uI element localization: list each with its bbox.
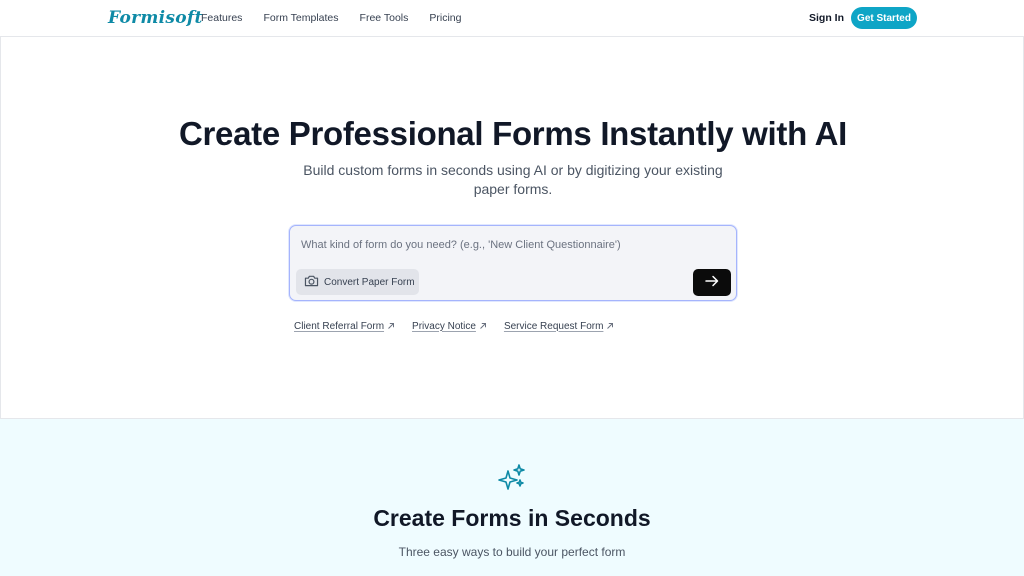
template-suggestions: Client Referral Form Privacy Notice Serv… xyxy=(294,317,614,335)
suggestion-privacy-notice[interactable]: Privacy Notice xyxy=(412,317,487,335)
brand-logo[interactable]: Formisoft xyxy=(108,8,203,28)
features-title: Create Forms in Seconds xyxy=(373,505,651,531)
external-arrow-icon xyxy=(606,317,614,335)
suggestion-service-request-form[interactable]: Service Request Form xyxy=(504,317,614,335)
suggestion-label: Privacy Notice xyxy=(412,320,476,332)
nav-link-free-tools[interactable]: Free Tools xyxy=(360,12,409,24)
suggestion-label: Client Referral Form xyxy=(294,320,385,332)
convert-paper-form-label: Convert Paper Form xyxy=(324,276,415,288)
sparkles-icon xyxy=(497,463,527,498)
suggestion-label: Service Request Form xyxy=(503,320,604,332)
main-nav: Features Form Templates Free Tools Prici… xyxy=(201,12,461,24)
hero-title: Create Professional Forms Instantly with… xyxy=(178,115,848,152)
get-started-button[interactable]: Get Started xyxy=(851,7,917,29)
external-arrow-icon xyxy=(479,317,487,335)
sign-in-link[interactable]: Sign In xyxy=(809,12,844,24)
external-arrow-icon xyxy=(387,317,395,335)
top-navbar: Formisoft Features Form Templates Free T… xyxy=(0,0,1024,37)
form-prompt-input[interactable] xyxy=(301,236,721,254)
suggestion-client-referral-form[interactable]: Client Referral Form xyxy=(294,317,395,335)
features-subtitle: Three easy ways to build your perfect fo… xyxy=(398,545,626,559)
hero-subtitle: Build custom forms in seconds using AI o… xyxy=(303,162,723,197)
hero-section: Create Professional Forms Instantly with… xyxy=(0,37,1024,419)
nav-link-pricing[interactable]: Pricing xyxy=(429,12,461,24)
submit-prompt-button[interactable] xyxy=(693,269,731,296)
form-prompt-box: Convert Paper Form xyxy=(289,225,737,301)
camera-icon xyxy=(304,274,319,290)
nav-link-form-templates[interactable]: Form Templates xyxy=(263,12,338,24)
features-section: Create Forms in Seconds Three easy ways … xyxy=(0,419,1024,576)
arrow-right-icon xyxy=(705,275,719,290)
nav-link-features[interactable]: Features xyxy=(201,12,242,24)
convert-paper-form-button[interactable]: Convert Paper Form xyxy=(296,269,419,295)
